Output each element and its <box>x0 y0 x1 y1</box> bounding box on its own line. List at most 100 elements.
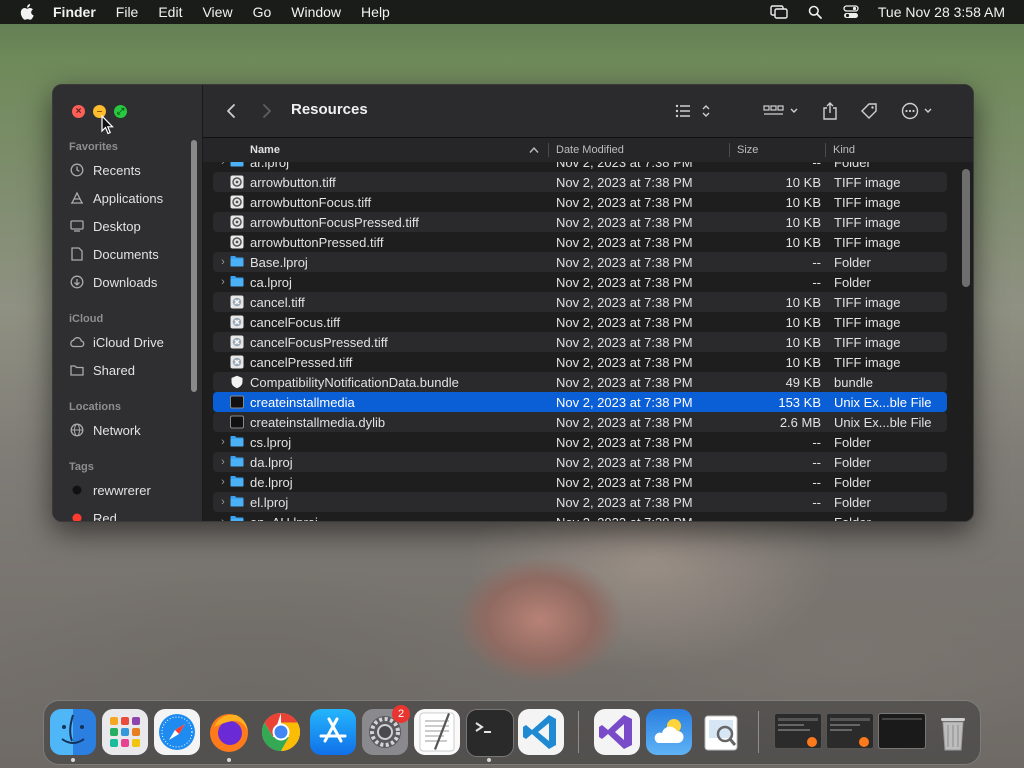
table-row[interactable]: › ca.lproj Nov 2, 2023 at 7:38 PM -- Folder <box>213 272 947 292</box>
minimized-window-thumbnail[interactable] <box>878 713 926 749</box>
control-center-icon[interactable] <box>842 4 860 20</box>
screen-mirroring-icon[interactable] <box>770 4 788 20</box>
chrome-icon[interactable] <box>258 709 304 755</box>
sidebar-item-applications[interactable]: Applications <box>69 187 163 209</box>
table-row[interactable]: arrowbuttonFocus.tiff Nov 2, 2023 at 7:38… <box>213 192 947 212</box>
column-header-size[interactable]: Size <box>737 138 758 162</box>
menu-finder[interactable]: Finder <box>53 4 96 20</box>
file-size: 10 KB <box>785 235 821 250</box>
file-name: Base.lproj <box>250 255 308 270</box>
disclosure-chevron-icon[interactable]: › <box>218 435 228 449</box>
dock-separator <box>758 711 759 753</box>
menu-go[interactable]: Go <box>253 4 272 20</box>
back-button[interactable] <box>223 101 239 121</box>
share-button[interactable] <box>821 101 839 121</box>
table-row[interactable]: › el.lproj Nov 2, 2023 at 7:38 PM -- Folder <box>213 492 947 512</box>
notification-badge: 2 <box>392 705 410 723</box>
tag-button[interactable] <box>859 101 879 121</box>
mouse-pointer-icon <box>101 115 114 135</box>
trash-icon[interactable] <box>930 709 976 755</box>
table-row[interactable]: cancel.tiff Nov 2, 2023 at 7:38 PM 10 KB TI… <box>213 292 947 312</box>
sort-ascending-icon[interactable] <box>529 138 539 162</box>
table-row[interactable]: › ar.lproj Nov 2, 2023 at 7:38 PM -- Folder <box>213 162 947 172</box>
disclosure-chevron-icon[interactable]: › <box>218 255 228 269</box>
more-actions-button[interactable] <box>901 101 937 121</box>
cancel-image-icon <box>230 295 244 309</box>
sidebar-item-icloud-drive[interactable]: iCloud Drive <box>69 331 164 353</box>
preview-icon[interactable] <box>698 709 744 755</box>
chevron-right-icon <box>263 104 271 118</box>
table-row[interactable]: › cs.lproj Nov 2, 2023 at 7:38 PM -- Folder <box>213 432 947 452</box>
sidebar-scrollbar[interactable] <box>191 140 197 392</box>
sidebar-item-tag-rewwrerer[interactable]: rewwrerer <box>69 479 151 501</box>
weather-icon[interactable] <box>646 709 692 755</box>
safari-icon[interactable] <box>154 709 200 755</box>
menu-file[interactable]: File <box>116 4 139 20</box>
vscode-icon[interactable] <box>518 709 564 755</box>
image-file-icon <box>230 235 244 249</box>
disclosure-chevron-icon[interactable]: › <box>218 515 228 521</box>
list-scrollbar[interactable] <box>962 169 970 287</box>
launchpad-icon[interactable] <box>102 709 148 755</box>
file-kind: TIFF image <box>834 195 901 210</box>
bundle-icon <box>230 375 244 389</box>
zoom-button[interactable]: ⤢ <box>114 105 127 118</box>
sidebar-item-tag-red[interactable]: Red <box>69 507 117 521</box>
close-button[interactable]: × <box>72 105 85 118</box>
cancel-image-icon <box>230 335 244 349</box>
table-row[interactable]: › de.lproj Nov 2, 2023 at 7:38 PM -- Folder <box>213 472 947 492</box>
sidebar-item-network[interactable]: Network <box>69 419 141 441</box>
file-size: -- <box>812 495 821 510</box>
table-row[interactable]: › Base.lproj Nov 2, 2023 at 7:38 PM -- Folde… <box>213 252 947 272</box>
spotlight-search-icon[interactable] <box>806 4 824 20</box>
finder-icon[interactable] <box>50 709 96 755</box>
file-kind: Folder <box>834 162 871 170</box>
disclosure-chevron-icon[interactable]: › <box>218 475 228 489</box>
menu-bar: Finder File Edit View Go Window Help Tue… <box>0 0 1024 24</box>
firefox-icon[interactable] <box>206 709 252 755</box>
menu-clock[interactable]: Tue Nov 28 3:58 AM <box>878 4 1005 20</box>
sidebar-item-recents[interactable]: Recents <box>69 159 141 181</box>
table-row[interactable]: arrowbuttonFocusPressed.tiff Nov 2, 2023 … <box>213 212 947 232</box>
table-row[interactable]: arrowbuttonPressed.tiff Nov 2, 2023 at 7:… <box>213 232 947 252</box>
disclosure-chevron-icon[interactable]: › <box>218 162 228 169</box>
file-date-modified: Nov 2, 2023 at 7:38 PM <box>556 515 693 521</box>
menu-window[interactable]: Window <box>291 4 341 20</box>
group-button[interactable] <box>763 101 801 121</box>
menu-edit[interactable]: Edit <box>158 4 182 20</box>
table-row[interactable]: arrowbutton.tiff Nov 2, 2023 at 7:38 PM 10… <box>213 172 947 192</box>
file-name: cancelFocus.tiff <box>250 315 341 330</box>
apple-menu-icon[interactable] <box>19 4 35 20</box>
column-header-date[interactable]: Date Modified <box>556 138 624 162</box>
table-row[interactable]: cancelFocusPressed.tiff Nov 2, 2023 at 7:… <box>213 332 947 352</box>
sidebar-item-downloads[interactable]: Downloads <box>69 271 157 293</box>
terminal-icon[interactable] <box>466 709 514 757</box>
file-kind: TIFF image <box>834 215 901 230</box>
sidebar-item-desktop[interactable]: Desktop <box>69 215 141 237</box>
menu-view[interactable]: View <box>202 4 232 20</box>
disclosure-chevron-icon[interactable]: › <box>218 495 228 509</box>
table-row[interactable]: › en_AU.lproj Nov 2, 2023 at 7:38 PM -- Fold… <box>213 512 947 521</box>
column-header-name[interactable]: Name <box>250 138 280 162</box>
table-row[interactable]: createinstallmedia.dylib Nov 2, 2023 at 7… <box>213 412 947 432</box>
sidebar-item-documents[interactable]: Documents <box>69 243 159 265</box>
app-store-icon[interactable] <box>310 709 356 755</box>
table-row[interactable]: › da.lproj Nov 2, 2023 at 7:38 PM -- Folder <box>213 452 947 472</box>
disclosure-chevron-icon[interactable]: › <box>218 455 228 469</box>
table-row[interactable]: CompatibilityNotificationData.bundle Nov … <box>213 372 947 392</box>
table-row-selected[interactable]: createinstallmedia Nov 2, 2023 at 7:38 PM… <box>213 392 947 412</box>
disclosure-chevron-icon[interactable]: › <box>218 275 228 289</box>
view-options-button[interactable] <box>673 101 713 121</box>
sidebar-item-shared[interactable]: Shared <box>69 359 135 381</box>
forward-button[interactable] <box>259 101 275 121</box>
table-row[interactable]: cancelFocus.tiff Nov 2, 2023 at 7:38 PM 10… <box>213 312 947 332</box>
textedit-icon[interactable] <box>414 709 460 755</box>
column-header-kind[interactable]: Kind <box>833 138 855 162</box>
menu-help[interactable]: Help <box>361 4 390 20</box>
minimized-window-thumbnail[interactable] <box>826 713 874 749</box>
finder-window: × – ⤢ Favorites Recents Applications Des… <box>52 84 974 522</box>
visual-studio-icon[interactable] <box>594 709 640 755</box>
table-row[interactable]: cancelPressed.tiff Nov 2, 2023 at 7:38 PM… <box>213 352 947 372</box>
sidebar-item-label: Shared <box>93 362 135 378</box>
minimized-window-thumbnail[interactable] <box>774 713 822 749</box>
